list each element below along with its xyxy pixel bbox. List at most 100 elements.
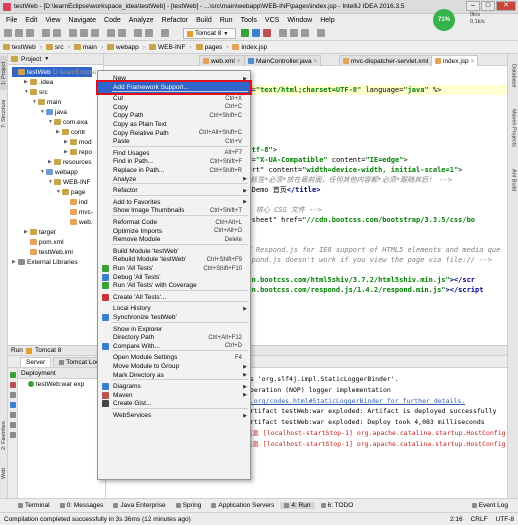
close-icon[interactable]: × — [471, 58, 475, 65]
menu-code[interactable]: Code — [100, 17, 125, 24]
tab-ant-build[interactable]: Ant Build — [509, 162, 518, 198]
breadcrumb-item-main[interactable]: main › — [73, 44, 103, 51]
tree-item-main[interactable]: ▼ main — [32, 97, 61, 107]
breadcrumb-item-src[interactable]: src › — [45, 44, 70, 51]
sync-icon[interactable] — [26, 29, 34, 37]
tab-project[interactable]: 1: Project — [0, 56, 8, 90]
menu-view[interactable]: View — [41, 17, 64, 24]
paste-icon[interactable] — [91, 29, 99, 37]
line-separator[interactable]: CRLF — [471, 516, 488, 523]
project-structure-icon[interactable] — [301, 29, 309, 37]
stop-icon[interactable] — [10, 382, 16, 388]
menu-build[interactable]: Build — [192, 17, 216, 24]
tree-item-pom-xml[interactable]: pom.xml — [24, 237, 64, 247]
menu-tools[interactable]: Tools — [237, 17, 261, 24]
maximize-button[interactable]: □ — [481, 1, 495, 11]
tool-tab-spring[interactable]: Spring — [172, 502, 206, 509]
tool-tab-terminal[interactable]: Terminal — [14, 502, 54, 509]
tree-item-testweb-iml[interactable]: testWeb.iml — [24, 247, 73, 257]
menu-help[interactable]: Help — [316, 17, 338, 24]
replace-icon[interactable] — [118, 29, 126, 37]
tree-item-resources[interactable]: ▶ resources — [48, 157, 92, 167]
tab-favorites[interactable]: 2: Favorites — [0, 414, 8, 458]
back-icon[interactable] — [134, 29, 142, 37]
rerun-icon[interactable] — [10, 372, 16, 378]
tool-tab-java-enterprise[interactable]: Java Enterprise — [109, 502, 169, 509]
minimize-button[interactable]: – — [466, 1, 480, 11]
open-icon[interactable] — [4, 29, 12, 37]
tree-item-contr[interactable]: ▶ contr — [56, 127, 85, 137]
menu-navigate[interactable]: Navigate — [64, 17, 100, 24]
tree-item-target[interactable]: ▶ target — [24, 227, 56, 237]
undo-icon[interactable] — [42, 29, 50, 37]
tab-web-xml[interactable]: web.xml × — [199, 55, 245, 66]
forward-icon[interactable] — [145, 29, 153, 37]
settings-icon[interactable] — [10, 422, 16, 428]
settings-icon[interactable] — [290, 29, 298, 37]
menu-run[interactable]: Run — [216, 17, 237, 24]
menu-vcs[interactable]: VCS — [261, 17, 283, 24]
deployment-item[interactable]: testWeb:war exp — [18, 379, 105, 389]
debug-icon[interactable] — [10, 402, 16, 408]
memory-indicator[interactable]: 71% — [433, 9, 455, 31]
tree-item-ind[interactable]: ind — [64, 197, 88, 207]
tree-item-repo[interactable]: ▶ repo — [64, 147, 92, 157]
tree-item-mvc[interactable]: mvc- — [64, 207, 93, 217]
menu-refactor[interactable]: Refactor — [158, 17, 192, 24]
cut-icon[interactable] — [69, 29, 77, 37]
tab-mvc-dispatcher-servlet-xml[interactable]: mvc-dispatcher-servlet.xml× — [339, 55, 439, 66]
find-icon[interactable] — [107, 29, 115, 37]
breadcrumb-item-web-inf[interactable]: WEB-INF › — [148, 44, 192, 51]
tab-index-jsp[interactable]: index.jsp × — [431, 55, 479, 66]
tree-item-web-inf[interactable]: ▼ WEB-INF — [48, 177, 90, 187]
tree-item-testweb[interactable]: ▼ testWeb D:\learnEclipse — [12, 67, 96, 77]
update-icon[interactable] — [10, 392, 16, 398]
tab-database[interactable]: Database — [509, 58, 518, 94]
breadcrumb-item-webapp[interactable]: webapp › — [107, 44, 145, 51]
file-encoding[interactable]: UTF-8 — [496, 516, 514, 523]
run-icon[interactable] — [241, 29, 249, 37]
close-window-button[interactable]: ✕ — [496, 1, 516, 11]
stop-icon[interactable] — [263, 29, 271, 37]
menu-analyze[interactable]: Analyze — [125, 17, 158, 24]
tool-tab-4-run[interactable]: 4: Run — [280, 502, 315, 509]
tree-item-external-libraries[interactable]: ▶ External Libraries — [12, 257, 78, 267]
save-icon[interactable] — [15, 29, 23, 37]
tool-tab-event-log[interactable]: Event Log — [468, 502, 512, 509]
tree-item-page[interactable]: ▼ page — [56, 187, 85, 197]
tree-item-java[interactable]: ▼ java — [40, 107, 67, 117]
tab-server[interactable]: Server — [20, 357, 52, 367]
copy-icon[interactable] — [80, 29, 88, 37]
breadcrumb-item-pages[interactable]: pages › — [195, 44, 228, 51]
build-icon[interactable] — [161, 29, 169, 37]
chevron-down-icon[interactable]: ▼ — [44, 56, 49, 62]
tree-item-com-exa[interactable]: ▼ com.exa — [48, 117, 88, 127]
breadcrumb-item-testweb[interactable]: testWeb › — [3, 44, 42, 51]
run-config-select[interactable]: Tomcat 8 ▼ — [183, 28, 236, 39]
debug-icon[interactable] — [252, 29, 260, 37]
close-icon[interactable]: × — [237, 58, 241, 65]
tool-tab-6-todo[interactable]: 6: TODO — [317, 502, 358, 509]
tab-web[interactable]: Web — [0, 464, 8, 482]
tab-maincontroller-java[interactable]: MainController.java × — [244, 55, 322, 66]
deploy-icon[interactable] — [10, 412, 16, 418]
close-icon[interactable] — [10, 432, 16, 438]
tree-item-idea[interactable]: ▶ .idea — [24, 77, 53, 87]
tab-maven-projects[interactable]: Maven Projects — [509, 100, 518, 156]
tool-tab-application-servers[interactable]: Application Servers — [207, 502, 278, 509]
breadcrumb-item-index-jsp[interactable]: index.jsp — [232, 44, 267, 51]
tree-item-src[interactable]: ▼ src — [24, 87, 48, 97]
redo-icon[interactable] — [53, 29, 61, 37]
menu-edit[interactable]: Edit — [21, 17, 41, 24]
menu-item-webservices[interactable]: WebServices ▶ — [98, 410, 250, 421]
tree-item-webapp[interactable]: ▼ webapp — [40, 167, 78, 177]
menu-window[interactable]: Window — [283, 17, 316, 24]
help-icon[interactable] — [317, 29, 325, 37]
tab-structure[interactable]: 7: Structure — [0, 94, 8, 134]
tree-item-web[interactable]: web. — [64, 217, 93, 227]
close-icon[interactable]: × — [314, 58, 318, 65]
vcs-icon[interactable] — [279, 29, 287, 37]
tree-item-mod[interactable]: ▶ mod — [64, 137, 92, 147]
menu-file[interactable]: File — [2, 17, 21, 24]
tool-tab-0-messages[interactable]: 0: Messages — [56, 502, 108, 509]
